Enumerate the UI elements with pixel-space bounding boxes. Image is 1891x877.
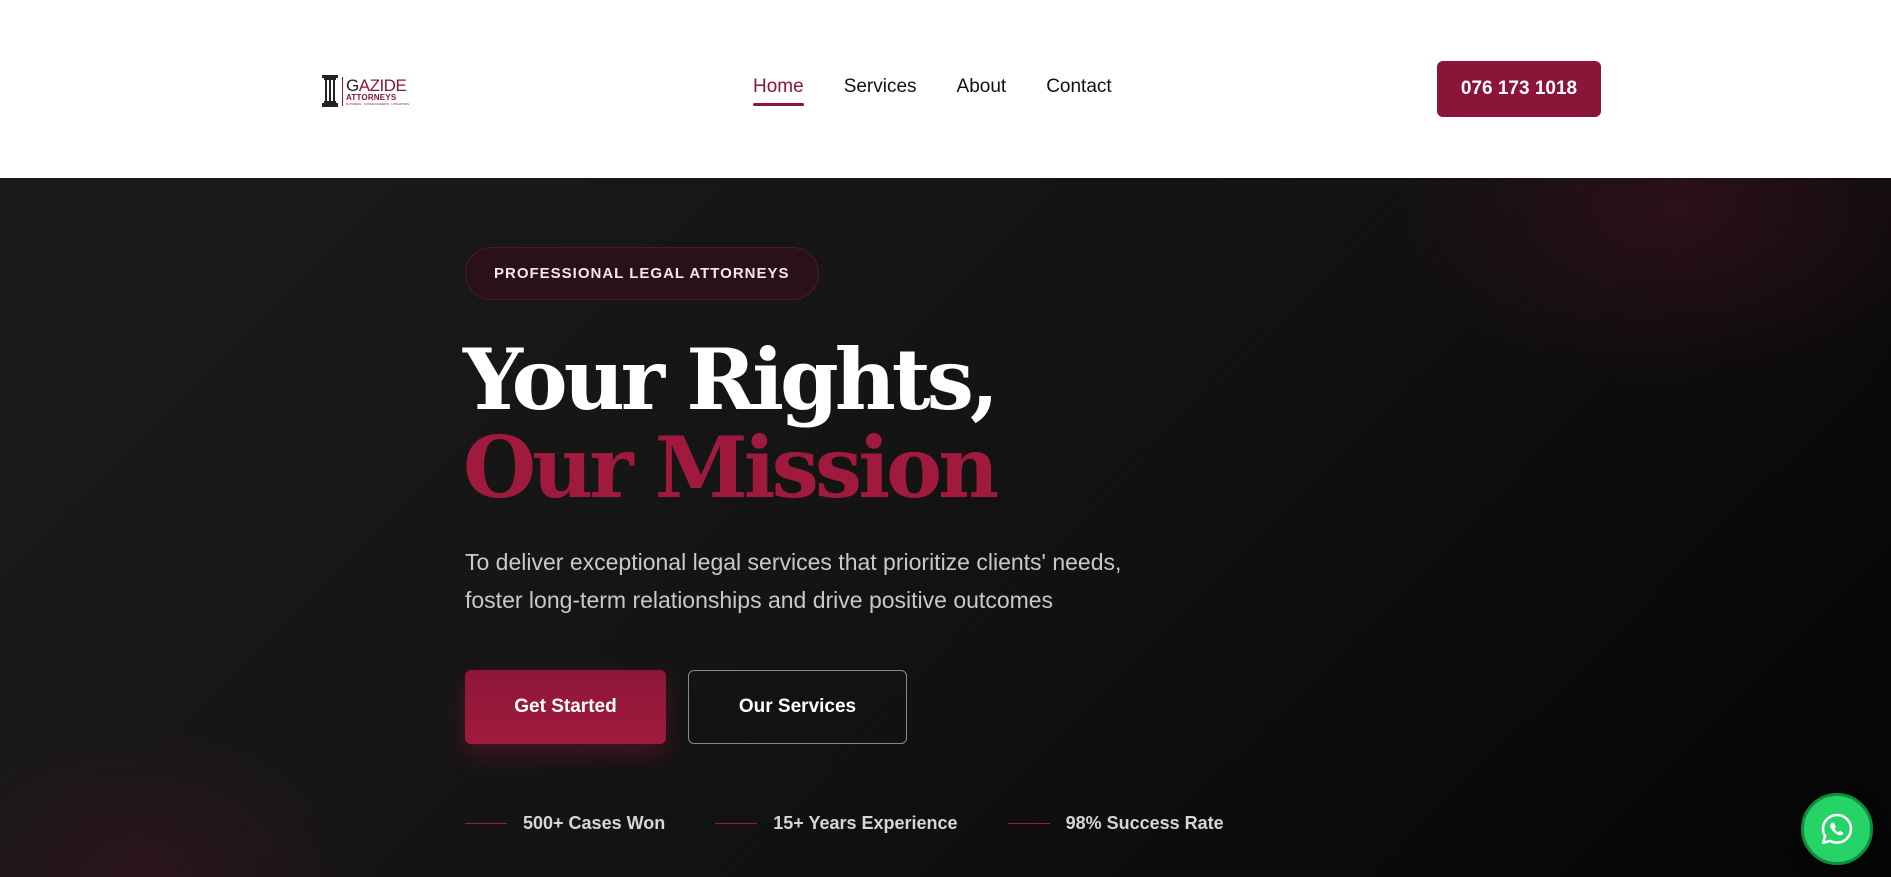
hero-badge: PROFESSIONAL LEGAL ATTORNEYS	[465, 247, 819, 300]
stat-divider	[715, 823, 758, 824]
main-nav: Home Services About Contact	[753, 76, 1112, 106]
stat-label: 98% Success Rate	[1065, 813, 1224, 833]
logo-text: GAZIDE ATTORNEYS NOTARIES · CONVEYANCERS…	[342, 76, 409, 106]
hero-subtitle: To deliver exceptional legal services th…	[465, 543, 1205, 619]
nav-item-services[interactable]: Services	[844, 76, 917, 106]
whatsapp-icon	[1821, 813, 1853, 844]
subtitle-line-2: foster long-term relationships and drive…	[465, 587, 1054, 613]
nav-item-home[interactable]: Home	[753, 76, 804, 106]
headline-line-1: Your Rights,	[463, 330, 999, 429]
stat-divider	[1007, 823, 1050, 824]
site-header: GAZIDE ATTORNEYS NOTARIES · CONVEYANCERS…	[0, 0, 1891, 178]
logo-name-rest: AZIDE	[358, 75, 407, 95]
get-started-button[interactable]: Get Started	[465, 670, 666, 744]
logo-name-initial: G	[346, 75, 359, 95]
our-services-button[interactable]: Our Services	[688, 670, 907, 744]
nav-item-about[interactable]: About	[957, 76, 1007, 106]
phone-call-button[interactable]: 076 173 1018	[1437, 61, 1601, 117]
stat-label: 500+ Cases Won	[523, 813, 666, 833]
hero-headline: Your Rights, Our Mission	[463, 330, 999, 517]
hero-stats: 500+ Cases Won 15+ Years Experience 98% …	[465, 813, 1274, 834]
logo-subtitle: ATTORNEYS	[346, 92, 397, 102]
nav-item-contact[interactable]: Contact	[1046, 76, 1111, 106]
stat-divider	[465, 823, 507, 824]
subtitle-line-1: To deliver exceptional legal services th…	[465, 549, 1122, 575]
stat-cases-won: 500+ Cases Won	[465, 813, 665, 834]
logo-name: GAZIDE	[346, 77, 409, 94]
logo[interactable]: GAZIDE ATTORNEYS NOTARIES · CONVEYANCERS…	[321, 74, 409, 108]
whatsapp-chat-button[interactable]	[1801, 793, 1873, 865]
stat-success-rate: 98% Success Rate	[1007, 813, 1224, 834]
stat-years-experience: 15+ Years Experience	[715, 813, 958, 834]
pillar-icon	[322, 75, 338, 107]
logo-tagline: NOTARIES · CONVEYANCERS · LITIGATORS	[346, 101, 409, 106]
stat-label: 15+ Years Experience	[773, 813, 958, 833]
headline-line-2: Our Mission	[463, 418, 999, 517]
hero-section: PROFESSIONAL LEGAL ATTORNEYS Your Rights…	[0, 178, 1891, 877]
